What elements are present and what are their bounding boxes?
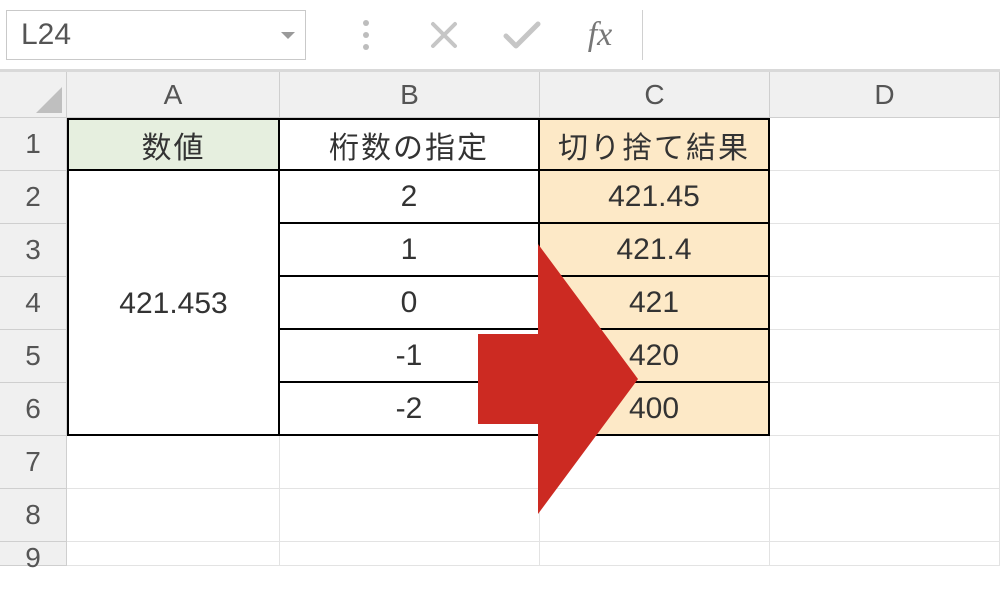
cell-D9[interactable]	[770, 542, 1000, 566]
row-header-6[interactable]: 6	[0, 383, 67, 436]
select-all-corner[interactable]	[0, 72, 67, 118]
cell-A9[interactable]	[67, 542, 280, 566]
row-header-5[interactable]: 5	[0, 330, 67, 383]
cell-B5[interactable]: -1	[280, 330, 540, 383]
cell-A7[interactable]	[67, 436, 280, 489]
row-8: 8	[0, 489, 1000, 542]
confirm-icon	[500, 13, 544, 57]
more-icon[interactable]	[344, 13, 388, 57]
cell-A3[interactable]	[67, 224, 280, 277]
cell-C8[interactable]	[540, 489, 770, 542]
cell-B2[interactable]: 2	[280, 171, 540, 224]
cell-B4[interactable]: 0	[280, 277, 540, 330]
cell-C3[interactable]: 421.4	[540, 224, 770, 277]
cell-D6[interactable]	[770, 383, 1000, 436]
spreadsheet: A B C D 1 数値 桁数の指定 切り捨て結果 2 2 421.45 3 1…	[0, 72, 1000, 566]
col-header-B[interactable]: B	[280, 72, 540, 118]
cell-B7[interactable]	[280, 436, 540, 489]
cell-C7[interactable]	[540, 436, 770, 489]
cell-D8[interactable]	[770, 489, 1000, 542]
col-header-D[interactable]: D	[770, 72, 1000, 118]
grid-rows: 1 数値 桁数の指定 切り捨て結果 2 2 421.45 3 1 421.4 4…	[0, 118, 1000, 566]
row-header-1[interactable]: 1	[0, 118, 67, 171]
cell-D5[interactable]	[770, 330, 1000, 383]
cell-C5[interactable]: 420	[540, 330, 770, 383]
row-6: 6 -2 400	[0, 383, 1000, 436]
cell-C6[interactable]: 400	[540, 383, 770, 436]
cell-C9[interactable]	[540, 542, 770, 566]
row-3: 3 1 421.4	[0, 224, 1000, 277]
cell-C1[interactable]: 切り捨て結果	[540, 118, 770, 171]
cell-A4-merged[interactable]: 421.453	[67, 277, 280, 330]
col-header-A[interactable]: A	[67, 72, 280, 118]
cell-B3[interactable]: 1	[280, 224, 540, 277]
cell-B9[interactable]	[280, 542, 540, 566]
cell-D2[interactable]	[770, 171, 1000, 224]
cell-B8[interactable]	[280, 489, 540, 542]
name-box-dropdown-icon[interactable]	[277, 24, 299, 46]
formula-input[interactable]	[642, 10, 988, 60]
row-header-3[interactable]: 3	[0, 224, 67, 277]
cell-A1[interactable]: 数値	[67, 118, 280, 171]
row-header-8[interactable]: 8	[0, 489, 67, 542]
row-header-9[interactable]: 9	[0, 542, 67, 566]
cell-A8[interactable]	[67, 489, 280, 542]
row-1: 1 数値 桁数の指定 切り捨て結果	[0, 118, 1000, 171]
name-box[interactable]: L24	[6, 10, 306, 60]
cell-D7[interactable]	[770, 436, 1000, 489]
name-box-value: L24	[21, 18, 71, 52]
row-header-2[interactable]: 2	[0, 171, 67, 224]
row-header-7[interactable]: 7	[0, 436, 67, 489]
row-5: 5 -1 420	[0, 330, 1000, 383]
cell-D4[interactable]	[770, 277, 1000, 330]
cell-B1[interactable]: 桁数の指定	[280, 118, 540, 171]
cell-C2[interactable]: 421.45	[540, 171, 770, 224]
cell-A6[interactable]	[67, 383, 280, 436]
row-9: 9	[0, 542, 1000, 566]
fx-icon[interactable]: fx	[578, 13, 622, 57]
cell-D1[interactable]	[770, 118, 1000, 171]
formula-bar: L24 fx	[0, 0, 1000, 72]
cell-C4[interactable]: 421	[540, 277, 770, 330]
formula-bar-buttons: fx	[344, 13, 622, 57]
row-header-4[interactable]: 4	[0, 277, 67, 330]
cancel-icon	[422, 13, 466, 57]
row-7: 7	[0, 436, 1000, 489]
col-header-C[interactable]: C	[540, 72, 770, 118]
column-headers: A B C D	[0, 72, 1000, 118]
cell-A5[interactable]	[67, 330, 280, 383]
row-2: 2 2 421.45	[0, 171, 1000, 224]
cell-D3[interactable]	[770, 224, 1000, 277]
row-4: 4 421.453 0 421	[0, 277, 1000, 330]
cell-B6[interactable]: -2	[280, 383, 540, 436]
cell-A2[interactable]	[67, 171, 280, 224]
